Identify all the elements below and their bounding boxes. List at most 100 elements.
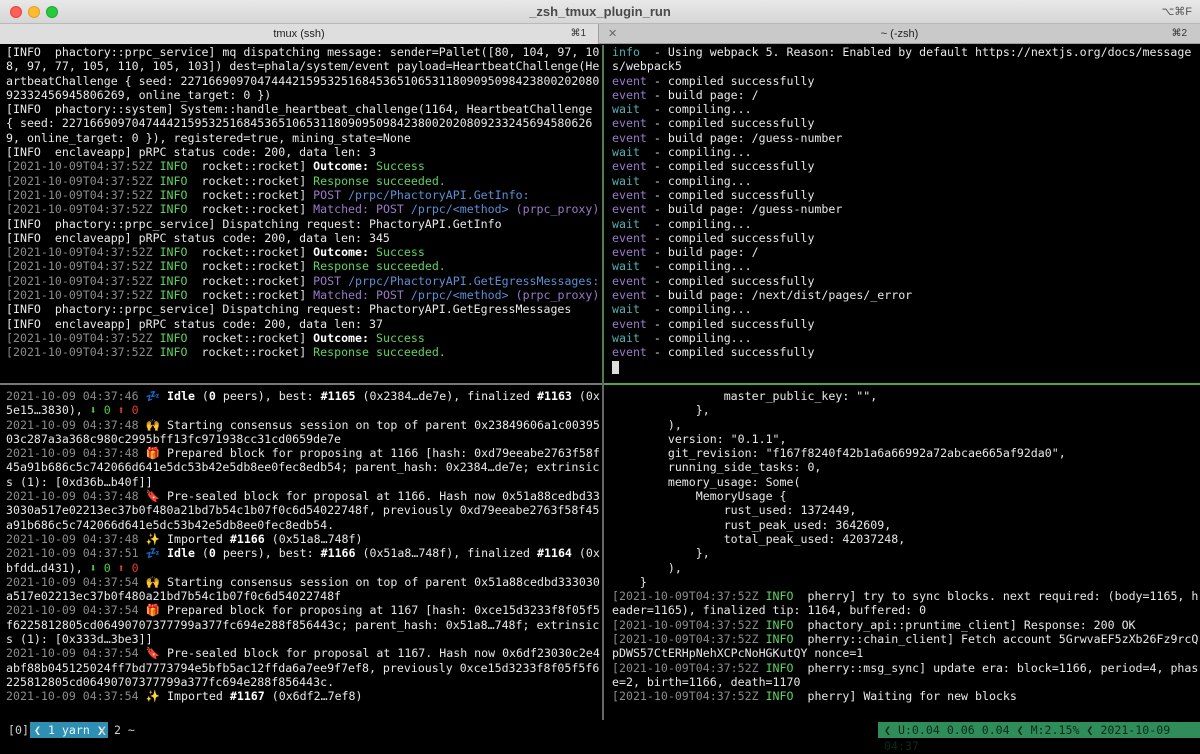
log-fragment: #1164: [537, 546, 572, 561]
emoji-icon: 💤: [145, 389, 161, 403]
pane-bottom-right-pherry-log[interactable]: master_public_key: "", }, ), version: "0…: [606, 389, 1200, 719]
log-line: event - build page: /next/dist/pages/_er…: [612, 288, 1200, 302]
log-dash: -: [646, 73, 661, 88]
pane-divider-horizontal-right-active[interactable]: [604, 383, 1200, 385]
log-level: INFO: [159, 202, 188, 217]
log-source: rocket::rocket]: [201, 159, 307, 174]
log-message: compiled successfully: [660, 230, 815, 245]
tmux-window-2[interactable]: ❮ 2 ~: [96, 722, 139, 738]
log-line: wait - compiling...: [612, 174, 1200, 188]
log-source: rocket::rocket]: [201, 173, 307, 188]
log-line: version: "0.1.1",: [612, 432, 1200, 446]
log-line: event - compiled successfully: [612, 274, 1200, 288]
terminal-cursor: [612, 360, 619, 374]
window-titlebar[interactable]: _zsh_tmux_plugin_run ⌥⌘F: [0, 0, 1200, 24]
close-tab-icon[interactable]: ✕: [608, 24, 617, 44]
log-source: rocket::rocket]: [201, 202, 307, 217]
pane-bottom-left-node-log[interactable]: 2021-10-09 04:37:46 💤 Idle (0 peers), be…: [0, 389, 600, 719]
log-timestamp: 2021-10-09 04:37:54: [6, 603, 139, 618]
log-line: master_public_key: "",: [612, 389, 1200, 403]
log-level: INFO: [159, 187, 188, 202]
log-timestamp: [2021-10-09T04:37:52Z: [6, 345, 153, 360]
log-timestamp: 2021-10-09 04:37:54: [6, 574, 139, 589]
log-source: rocket::rocket]: [201, 288, 307, 303]
log-line: wait - compiling...: [612, 217, 1200, 231]
log-message: compiling...: [660, 102, 752, 117]
log-dash: -: [639, 216, 661, 231]
struct-line: },: [612, 403, 710, 418]
log-dash: -: [639, 330, 661, 345]
log-line: wait - compiling...: [612, 145, 1200, 159]
log-fragment: ⬇ 0: [89, 403, 118, 418]
log-fragment: ⬆ 0: [117, 403, 139, 418]
struct-line: MemoryUsage {: [612, 489, 787, 504]
log-fragment: 0: [208, 546, 216, 561]
tab-label: ~ (-zsh): [880, 28, 919, 40]
log-message: compiling...: [660, 173, 752, 188]
log-message: Response succeeded.: [313, 173, 446, 188]
log-tag: event: [612, 159, 647, 174]
emoji-icon: 🔖: [145, 489, 161, 504]
struct-line: ),: [612, 417, 682, 432]
log-level: INFO: [765, 589, 794, 604]
log-line: 2021-10-09 04:37:54 🔖 Pre-sealed block f…: [6, 646, 600, 689]
pane-top-right-nextjs-log[interactable]: info - Using webpack 5. Reason: Enabled …: [606, 45, 1200, 380]
log-line: [2021-10-09T04:37:52Z INFO rocket::rocke…: [6, 174, 600, 188]
log-line: [INFO phactory::system] System::handle_h…: [6, 102, 600, 145]
log-keyword: POST: [313, 273, 342, 288]
log-source: rocket::rocket]: [201, 259, 307, 274]
log-line: [INFO phactory::prpc_service] Dispatchin…: [6, 302, 572, 317]
log-tag: wait: [612, 145, 640, 160]
log-timestamp: [2021-10-09T04:37:52Z: [612, 689, 759, 704]
log-line: [2021-10-09T04:37:52Z INFO phactory_api:…: [612, 618, 1200, 632]
log-message: build page: /guess-number: [660, 202, 843, 217]
log-message: /prpc/PhactoryAPI.GetEgressMessages:: [348, 273, 600, 288]
tab-zsh[interactable]: ✕ ~ (-zsh) ⌘2: [600, 24, 1199, 44]
log-timestamp: [2021-10-09T04:37:52Z: [612, 632, 759, 647]
log-level: INFO: [159, 345, 188, 360]
log-dash: -: [639, 302, 661, 317]
tab-label: tmux (ssh): [273, 28, 325, 40]
log-line: git_revision: "f167f8240f42b1a6a66992a72…: [612, 446, 1200, 460]
log-level: INFO: [159, 173, 188, 188]
log-message: compiled successfully: [660, 73, 815, 88]
log-line: [2021-10-09T04:37:52Z INFO pherry::chain…: [612, 632, 1200, 661]
log-level: INFO: [159, 259, 188, 274]
log-line: wait - compiling...: [612, 302, 1200, 316]
log-timestamp: 2021-10-09 04:37:48: [6, 446, 139, 461]
log-message: compiling...: [660, 330, 752, 345]
log-line: event - compiled successfully: [612, 317, 1200, 331]
log-dash: -: [646, 245, 661, 260]
pane-divider-horizontal-left[interactable]: [0, 383, 602, 385]
log-fragment: Imported: [167, 531, 230, 546]
log-keyword: Outcome:: [313, 159, 369, 174]
pane-divider-vertical-active[interactable]: [602, 45, 604, 382]
log-line: event - build page: /guess-number: [612, 131, 1200, 145]
log-fragment: (0x51a8…748f), finalized: [355, 546, 537, 561]
log-keyword: Outcome:: [313, 245, 369, 260]
log-line: 2021-10-09 04:37:54 ✨ Imported #1167 (0x…: [6, 689, 600, 703]
log-dash: -: [646, 345, 661, 360]
emoji-icon: 🙌: [145, 574, 161, 589]
log-line: 2021-10-09 04:37:46 💤 Idle (0 peers), be…: [6, 389, 600, 418]
log-tag: event: [612, 316, 647, 331]
log-line: event - build page: /: [612, 245, 1200, 259]
log-line: [INFO enclaveapp] pRPC status code: 200,…: [6, 230, 390, 245]
struct-line: running_side_tasks: 0,: [612, 460, 822, 475]
log-extra: (prpc_proxy): [515, 202, 600, 217]
log-line: ),: [612, 418, 1200, 432]
log-line: running_side_tasks: 0,: [612, 460, 1200, 474]
log-timestamp: [2021-10-09T04:37:52Z: [6, 159, 153, 174]
tab-tmux-ssh[interactable]: tmux (ssh) ⌘1: [0, 24, 599, 44]
log-fragment: Idle: [167, 546, 195, 561]
log-line: [INFO enclaveapp] pRPC status code: 200,…: [6, 145, 376, 160]
log-timestamp: [2021-10-09T04:37:52Z: [612, 660, 759, 675]
log-tag: event: [612, 130, 647, 145]
log-line: event - compiled successfully: [612, 188, 1200, 202]
log-tag: event: [612, 202, 647, 217]
log-message: /prpc/<method>: [410, 288, 509, 303]
log-line: 2021-10-09 04:37:48 🎁 Prepared block for…: [6, 446, 600, 489]
pane-top-left-phactory-log[interactable]: [INFO phactory::prpc_service] mq dispatc…: [0, 45, 600, 380]
log-fragment: #1166: [320, 546, 356, 561]
log-message: Response succeeded.: [313, 259, 446, 274]
